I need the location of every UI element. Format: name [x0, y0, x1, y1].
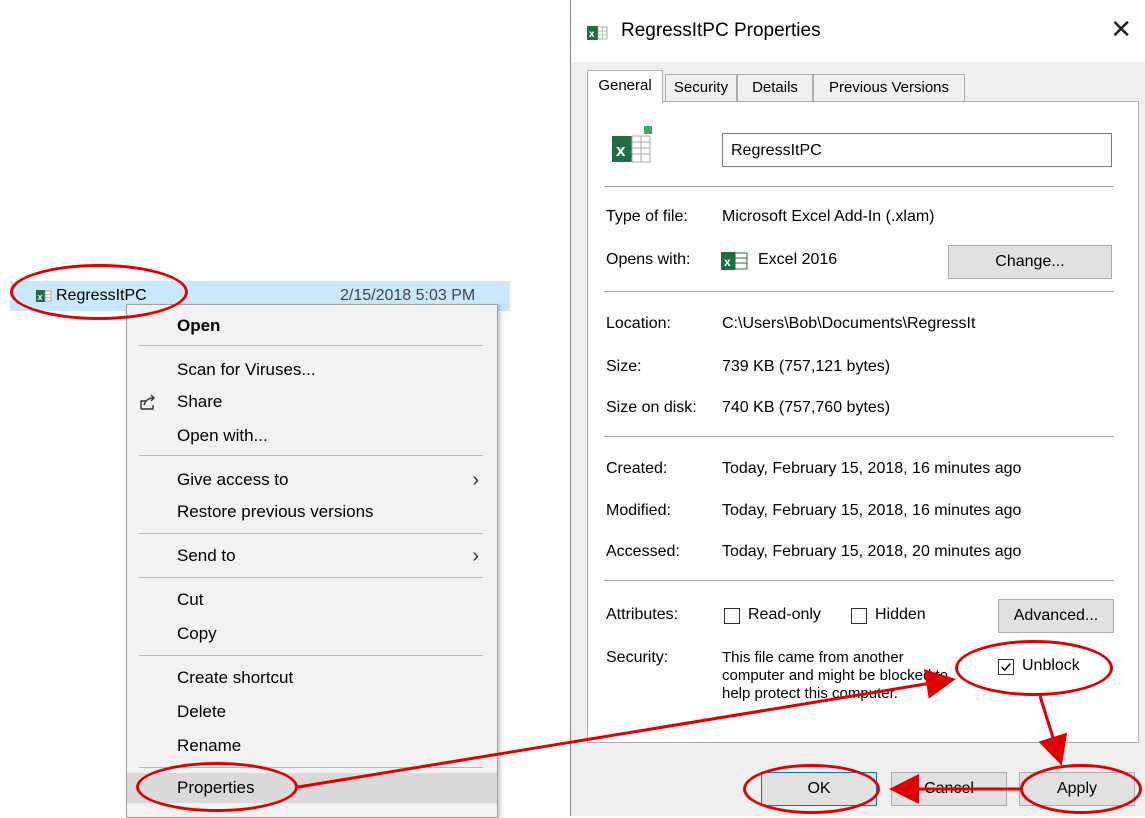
advanced-button[interactable]: Advanced... [998, 599, 1114, 633]
cancel-button[interactable]: Cancel [891, 772, 1007, 806]
close-icon[interactable]: ✕ [1110, 14, 1132, 45]
attributes-label: Attributes: [606, 606, 679, 623]
excel-file-icon: x [612, 126, 652, 163]
dialog-title: RegressItPC Properties [621, 20, 821, 41]
menu-item-restore-versions[interactable]: Restore previous versions [127, 497, 497, 527]
menu-item-create-shortcut[interactable]: Create shortcut [127, 663, 497, 693]
opens-with-value: Excel 2016 [758, 251, 838, 268]
annotation-ellipse-properties [136, 762, 298, 812]
annotation-ellipse-unblock [955, 640, 1113, 696]
annotation-ellipse-apply [1020, 764, 1142, 814]
annotation-ellipse-file [10, 264, 188, 320]
created-label: Created: [606, 460, 668, 477]
excel-file-icon: x [587, 26, 608, 40]
menu-item-send-to[interactable]: Send to › [127, 541, 497, 571]
excel-app-icon: x [721, 252, 748, 270]
modified-label: Modified: [606, 502, 671, 519]
tab-previous-versions[interactable]: Previous Versions [813, 74, 965, 101]
divider [604, 436, 1114, 437]
readonly-label: Read-only [748, 606, 821, 623]
menu-item-rename[interactable]: Rename [127, 731, 497, 761]
location-label: Location: [606, 315, 671, 332]
security-text-line-3: help protect this computer. [722, 685, 898, 702]
menu-separator [139, 455, 483, 456]
menu-item-copy[interactable]: Copy [127, 619, 497, 649]
svg-text:x: x [616, 141, 626, 160]
size-on-disk-label: Size on disk: [606, 399, 697, 416]
created-value: Today, February 15, 2018, 16 minutes ago [722, 460, 1022, 477]
hidden-label: Hidden [875, 606, 926, 623]
divider [604, 291, 1114, 292]
menu-item-open[interactable]: Open [127, 311, 497, 341]
tab-general[interactable]: General [587, 70, 663, 103]
menu-item-delete[interactable]: Delete [127, 697, 497, 727]
dialog-titlebar: x RegressItPC Properties ✕ [571, 0, 1145, 62]
tab-details[interactable]: Details [737, 74, 813, 101]
accessed-value: Today, February 15, 2018, 20 minutes ago [722, 543, 1022, 560]
file-date: 2/15/2018 5:03 PM [340, 287, 476, 304]
share-icon [140, 394, 155, 410]
tab-security[interactable]: Security [665, 74, 737, 101]
security-text-line-1: This file came from another [722, 649, 904, 666]
menu-separator [139, 577, 483, 578]
type-value: Microsoft Excel Add-In (.xlam) [722, 208, 935, 225]
divider [604, 580, 1114, 581]
menu-separator [139, 345, 483, 346]
type-label: Type of file: [606, 208, 688, 225]
change-button[interactable]: Change... [948, 245, 1112, 279]
opens-with-label: Opens with: [606, 251, 691, 268]
menu-item-open-with[interactable]: Open with... [127, 421, 497, 451]
svg-text:x: x [589, 29, 595, 40]
menu-item-give-access[interactable]: Give access to › [127, 465, 497, 495]
size-label: Size: [606, 358, 642, 375]
accessed-label: Accessed: [606, 543, 680, 560]
divider [604, 186, 1114, 187]
context-menu: Open Scan for Viruses... Share Open with… [126, 304, 498, 818]
chevron-right-icon: › [472, 469, 479, 491]
file-name-input[interactable]: RegressItPC [722, 133, 1112, 167]
chevron-right-icon: › [472, 545, 479, 567]
menu-separator [139, 655, 483, 656]
menu-item-cut[interactable]: Cut [127, 585, 497, 615]
modified-value: Today, February 15, 2018, 16 minutes ago [722, 502, 1022, 519]
annotation-ellipse-ok [743, 764, 880, 814]
svg-text:x: x [724, 255, 731, 269]
security-text-line-2: computer and might be blocked to [722, 667, 948, 684]
location-value: C:\Users\Bob\Documents\RegressIt [722, 315, 976, 332]
size-value: 739 KB (757,121 bytes) [722, 358, 891, 375]
menu-item-share[interactable]: Share [127, 387, 497, 417]
readonly-checkbox[interactable] [724, 608, 740, 624]
security-label: Security: [606, 649, 669, 666]
menu-separator [139, 533, 483, 534]
hidden-checkbox[interactable] [851, 608, 867, 624]
size-on-disk-value: 740 KB (757,760 bytes) [722, 399, 891, 416]
menu-item-scan[interactable]: Scan for Viruses... [127, 355, 497, 385]
